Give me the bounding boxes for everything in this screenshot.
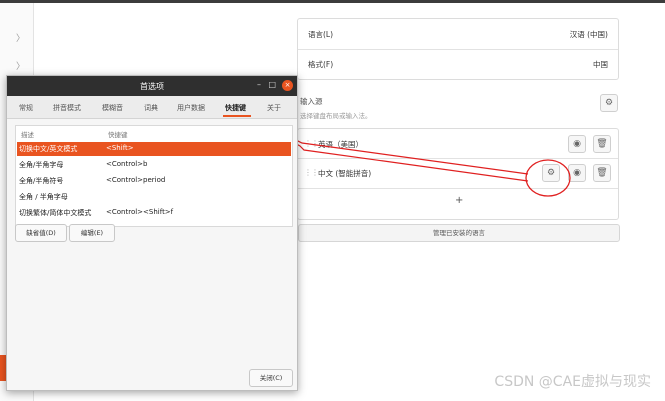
shortcut-desc: 切换繁体/简体中文模式: [19, 209, 92, 217]
shortcut-key: <Control>period: [106, 176, 166, 184]
watermark: CSDN @CAE虚拟与现实: [494, 374, 651, 390]
tab-shortcuts[interactable]: 快捷键: [225, 103, 246, 113]
minimize-icon[interactable]: –: [257, 80, 261, 89]
close-icon[interactable]: ×: [282, 80, 293, 91]
table-row[interactable]: 切换繁体/简体中文模式 <Control><Shift>f: [17, 206, 291, 220]
dialog-title: 首选项: [140, 82, 164, 91]
shortcut-desc: 全角/半角符号: [19, 177, 64, 185]
table-row[interactable]: 全角 / 半角字母: [17, 190, 291, 204]
tab-bar: 常规 拼音模式 模糊音 词典 用户数据 快捷键 关于: [7, 96, 297, 119]
table-row[interactable]: 全角/半角符号 <Control>period: [17, 174, 291, 188]
close-button[interactable]: 关闭(C): [249, 369, 293, 387]
tab-fuzzy[interactable]: 模糊音: [102, 103, 123, 113]
active-tab-indicator: [223, 115, 251, 117]
maximize-icon[interactable]: □: [268, 80, 276, 89]
column-header-key[interactable]: 快捷键: [108, 129, 128, 139]
table-row[interactable]: 全角/半角字母 <Control>b: [17, 158, 291, 172]
shortcut-desc: 切换中文/英文模式: [19, 145, 78, 153]
annotation-circle: [525, 159, 571, 197]
shortcut-key: <Control>b: [106, 160, 148, 168]
tab-user-data[interactable]: 用户数据: [177, 103, 205, 113]
edit-button[interactable]: 编辑(E): [69, 224, 115, 242]
shortcut-key: <Shift>: [106, 144, 134, 152]
tab-general[interactable]: 常规: [19, 103, 33, 113]
tab-dictionary[interactable]: 词典: [144, 103, 158, 113]
shortcut-desc: 全角/半角字母: [19, 161, 64, 169]
shortcuts-list: 描述 快捷键 切换中文/英文模式 <Shift> 全角/半角字母 <Contro…: [15, 125, 293, 227]
shortcut-desc: 全角 / 半角字母: [19, 193, 68, 201]
shortcut-key: <Control><Shift>f: [106, 208, 174, 216]
default-button[interactable]: 缺省值(D): [15, 224, 67, 242]
table-row[interactable]: 切换中文/英文模式 <Shift>: [17, 142, 291, 156]
tab-pinyin-mode[interactable]: 拼音模式: [53, 103, 81, 113]
column-header-desc[interactable]: 描述: [21, 129, 34, 139]
tab-about[interactable]: 关于: [267, 103, 281, 113]
preferences-dialog: 首选项 – □ × 常规 拼音模式 模糊音 词典 用户数据 快捷键 关于 描述 …: [6, 75, 298, 391]
dialog-titlebar[interactable]: 首选项 – □ ×: [7, 76, 297, 96]
